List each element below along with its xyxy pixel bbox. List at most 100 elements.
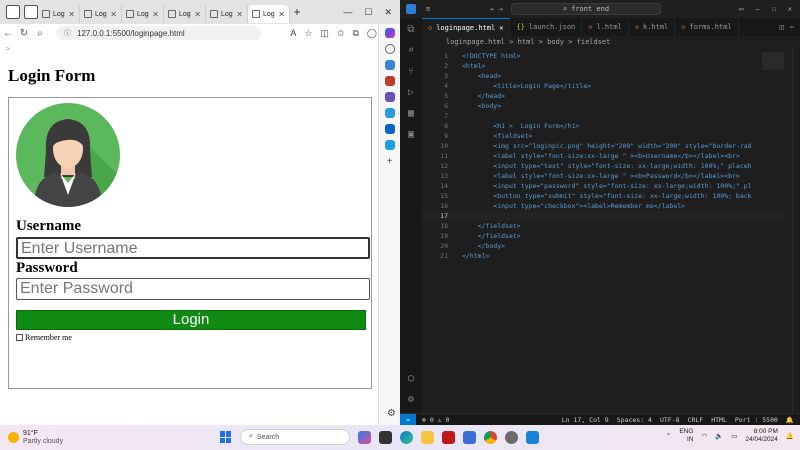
remember-checkbox[interactable] — [16, 334, 23, 341]
close-tab-icon[interactable]: ✕ — [236, 10, 243, 19]
code-line[interactable]: 18 </fieldset> — [422, 221, 784, 231]
code-line[interactable]: 5 </head> — [422, 91, 784, 101]
workspaces-icon[interactable] — [6, 5, 20, 19]
code-line[interactable]: 4 <title>Login Page</title> — [422, 81, 784, 91]
indentation[interactable]: Spaces: 4 — [617, 416, 652, 424]
manage-gear-icon[interactable]: ⚙ — [408, 394, 414, 405]
browser-tab[interactable]: Log ✕ — [164, 5, 206, 23]
tab-actions-icon[interactable] — [24, 5, 38, 19]
shopping-icon[interactable] — [384, 60, 395, 70]
mcafee-icon[interactable] — [442, 430, 455, 444]
close-window-icon[interactable]: ✕ — [384, 7, 392, 18]
maximize-icon[interactable]: ☐ — [364, 7, 372, 18]
notifications-bell-icon[interactable]: 🔔 — [786, 416, 794, 424]
outlook-icon[interactable] — [384, 124, 395, 134]
code-line[interactable]: 7 — [422, 111, 784, 121]
more-actions-icon[interactable]: ⋯ — [790, 23, 794, 31]
nav-arrows-icon[interactable]: ← → — [490, 5, 503, 13]
encoding[interactable]: UTF-8 — [660, 416, 680, 424]
code-line[interactable]: 1 <!DOCTYPE html> — [422, 51, 784, 61]
code-line[interactable]: 14 <input type="password" style="font-si… — [422, 181, 784, 191]
settings-app-icon[interactable] — [505, 430, 518, 444]
close-tab-icon[interactable]: ✕ — [68, 10, 75, 19]
cursor-position[interactable]: Ln 17, Col 9 — [562, 416, 609, 424]
minimize-icon[interactable]: — — [755, 5, 759, 13]
close-window-icon[interactable]: ✕ — [788, 5, 792, 13]
menu-icon[interactable]: ≡ — [426, 5, 430, 13]
close-tab-icon[interactable]: ✕ — [278, 10, 285, 19]
problems-count[interactable]: ⊗ 0 ⚠ 0 — [422, 416, 449, 424]
show-hidden-icon[interactable]: ⌃ — [666, 432, 671, 440]
volume-icon[interactable]: 🔈 — [715, 432, 723, 440]
favorites-icon[interactable]: ✩ — [337, 28, 345, 39]
microsoft365-icon[interactable] — [384, 108, 395, 118]
favorite-star-icon[interactable]: ☆ — [304, 28, 312, 39]
code-line[interactable]: 12 <input type="text" style="font-size: … — [422, 161, 784, 171]
code-line[interactable]: 11 <label style="font-size:xx-large " ><… — [422, 151, 784, 161]
close-tab-icon[interactable]: ✕ — [499, 24, 503, 32]
split-editor-icon[interactable]: ◫ — [780, 23, 784, 31]
tools-icon[interactable] — [384, 76, 395, 86]
browser-tab[interactable]: Log ✕ — [122, 5, 164, 23]
settings-gear-icon[interactable]: ⚙ — [387, 408, 396, 419]
code-line[interactable]: 3 <head> — [422, 71, 784, 81]
code-line[interactable]: 8 <h1 > Login Form</h1> — [422, 121, 784, 131]
editor-tab[interactable]: ◇ forms.html — [675, 18, 739, 36]
add-icon[interactable]: + — [387, 156, 393, 167]
username-input[interactable]: Enter Username — [16, 237, 370, 259]
close-tab-icon[interactable]: ✕ — [194, 10, 201, 19]
source-control-icon[interactable]: ⑂ — [408, 66, 414, 77]
split-screen-icon[interactable]: ◫ — [320, 28, 329, 39]
minimize-icon[interactable]: — — [343, 7, 352, 18]
code-line[interactable]: 16 <input type="checkbox"><label>Remembe… — [422, 201, 784, 211]
read-aloud-icon[interactable]: A — [290, 28, 296, 39]
collections-icon[interactable]: ⧉ — [352, 28, 358, 39]
editor-tab[interactable]: ◇ k.html — [629, 18, 676, 36]
maximize-icon[interactable]: ☐ — [772, 5, 776, 13]
copilot-app-icon[interactable] — [358, 430, 371, 444]
editor-tab[interactable]: ◇ l.html — [582, 18, 629, 36]
code-editor[interactable]: 1 <!DOCTYPE html> 2 <html> 3 <head> 4 <title>… — [422, 48, 800, 413]
account-icon[interactable]: ◯ — [408, 373, 414, 384]
edge-app-icon[interactable] — [400, 430, 413, 444]
code-line[interactable]: 17 — [422, 211, 784, 221]
command-center-search[interactable]: ⌕ front end — [510, 3, 661, 15]
start-button-icon[interactable] — [220, 431, 232, 443]
remote-indicator-icon[interactable]: ⌁ — [400, 413, 416, 426]
browser-tab[interactable]: Log ✕ — [38, 5, 80, 23]
browser-tab[interactable]: Log ✕ — [206, 5, 248, 23]
copilot-icon[interactable] — [384, 28, 395, 38]
breadcrumb[interactable]: loginpage.html > html > body > fieldset — [422, 36, 800, 48]
line-ending[interactable]: CRLF — [688, 416, 704, 424]
editor-tab-active[interactable]: ◇ loginpage.html ✕ — [422, 18, 511, 36]
code-line[interactable]: 10 <img src="loginpic.png" height="200" … — [422, 141, 784, 151]
extensions-icon[interactable]: ▦ — [408, 108, 414, 119]
close-tab-icon[interactable]: ✕ — [152, 10, 159, 19]
info-icon[interactable]: ⓘ — [64, 28, 71, 38]
battery-icon[interactable]: ▭ — [731, 432, 737, 440]
explorer-icon[interactable]: ⧉ — [407, 24, 414, 35]
run-debug-icon[interactable]: ▷ — [408, 87, 414, 98]
task-view-icon[interactable] — [379, 430, 392, 444]
weather-widget[interactable]: 91°F Partly cloudy — [0, 430, 90, 446]
remote-explorer-icon[interactable]: ▣ — [408, 129, 414, 140]
input-language[interactable]: ENG IN — [679, 428, 693, 444]
drop-icon[interactable] — [384, 140, 395, 150]
profile-icon[interactable]: ◯ — [367, 28, 377, 39]
browser-tab[interactable]: Log ✕ — [80, 5, 122, 23]
code-line[interactable]: 20 </body> — [422, 241, 784, 251]
code-line[interactable]: 6 <body> — [422, 101, 784, 111]
code-line[interactable]: 2 <html> — [422, 61, 784, 71]
games-icon[interactable] — [384, 92, 395, 102]
vscode-app-icon[interactable] — [526, 430, 539, 444]
clock[interactable]: 8:00 PM 24/04/2024 — [745, 428, 778, 444]
code-line[interactable]: 19 </fieldset> — [422, 231, 784, 241]
editor-scrollbar[interactable] — [792, 48, 800, 413]
file-explorer-icon[interactable] — [421, 430, 434, 444]
editor-tab[interactable]: {} launch.json — [510, 18, 583, 36]
search-icon[interactable]: ⌕ — [408, 45, 414, 56]
code-line[interactable]: 15 <button type="submit" style="font-siz… — [422, 191, 784, 201]
store-icon[interactable] — [463, 430, 476, 444]
code-line[interactable]: 21 </html> — [422, 251, 784, 261]
code-line[interactable]: 9 <fieldset> — [422, 131, 784, 141]
